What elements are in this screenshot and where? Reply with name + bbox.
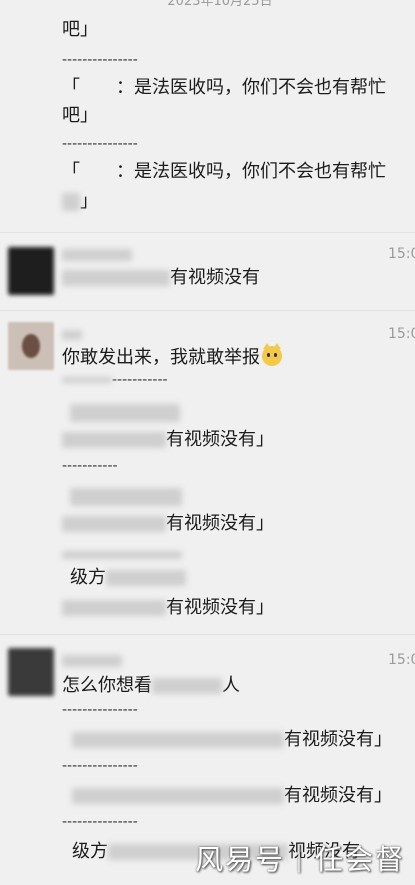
message-time: 15:0 bbox=[388, 326, 415, 342]
separator: --------------- bbox=[62, 758, 138, 774]
avatar[interactable] bbox=[8, 648, 54, 696]
cat-face-emoji bbox=[262, 343, 282, 366]
message-divider bbox=[0, 310, 415, 311]
sender-name bbox=[62, 244, 132, 263]
separator: --------------- bbox=[62, 702, 138, 718]
message-divider bbox=[0, 232, 415, 233]
message-divider bbox=[0, 634, 415, 635]
redacted-line bbox=[70, 486, 182, 506]
quoted-message: 「 ：是法医收吗，你们不会也有帮忙 bbox=[62, 77, 386, 98]
message-text: 吧」 bbox=[62, 19, 98, 40]
quoted-message: 有视频没有」 bbox=[72, 728, 392, 752]
separator: --------------- bbox=[62, 136, 138, 152]
quoted-message: 有视频没有」 bbox=[62, 596, 274, 620]
redacted-text bbox=[62, 270, 170, 286]
redacted-line bbox=[70, 402, 180, 422]
separator: --------------- bbox=[62, 52, 138, 68]
message-time: 15:0 bbox=[388, 246, 415, 262]
message-text: 有视频没有 bbox=[62, 266, 260, 290]
separator: ----------- bbox=[62, 458, 118, 474]
quoted-message: 有视频没有」 bbox=[62, 428, 274, 452]
message-time: 15:0 bbox=[388, 652, 415, 668]
quoted-message: 有视频没有」 bbox=[72, 784, 392, 808]
message-content: 有视频没有 bbox=[170, 267, 260, 288]
quoted-message-end: 」 bbox=[62, 190, 98, 214]
separator: --------------- bbox=[62, 814, 138, 830]
message-text: 你敢发出来，我就敢举报 bbox=[62, 343, 282, 370]
redacted-text bbox=[62, 193, 80, 211]
message-content: 你敢发出来，我就敢举报 bbox=[62, 347, 260, 368]
sender-name bbox=[62, 650, 122, 669]
message-content: 怎么你想看 bbox=[62, 675, 152, 696]
watermark: 风易号｜任会督 bbox=[195, 843, 406, 876]
redacted-line bbox=[62, 544, 182, 563]
quote-close: 」 bbox=[80, 191, 98, 212]
quoted-message: 有视频没有」 bbox=[62, 512, 274, 536]
sender-name bbox=[62, 324, 82, 343]
avatar[interactable] bbox=[8, 322, 54, 370]
separator: ----------- bbox=[62, 372, 168, 388]
quoted-message: 「 ：是法医收吗，你们不会也有帮忙 bbox=[62, 161, 386, 182]
quoted-message-end: 吧」 bbox=[62, 105, 98, 126]
avatar[interactable] bbox=[8, 247, 54, 295]
date-header: 2023年10月25日 bbox=[167, 0, 273, 9]
message-text: 怎么你想看人 bbox=[62, 675, 240, 696]
quoted-message: 级方 bbox=[70, 566, 186, 590]
